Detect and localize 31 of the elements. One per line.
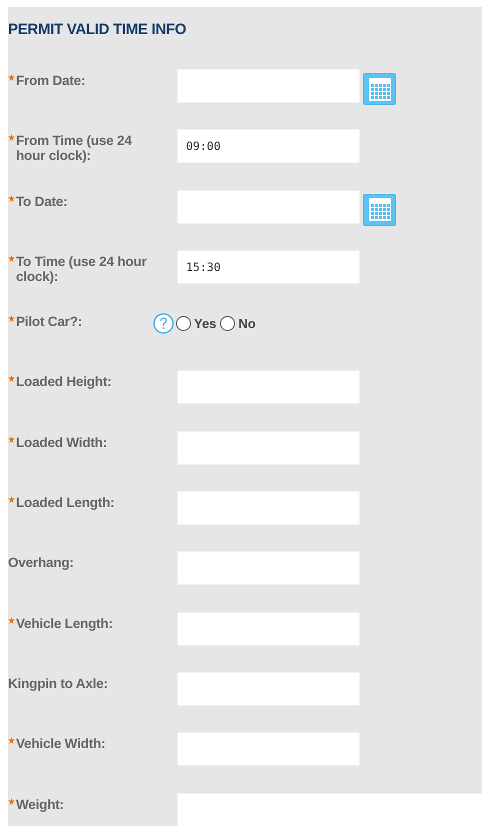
input-field[interactable] — [177, 551, 360, 586]
input-field[interactable] — [177, 430, 360, 465]
calendar-button[interactable] — [363, 73, 396, 105]
field-label: Pilot Car?: — [16, 314, 84, 330]
field-label: Loaded Length: — [16, 495, 116, 510]
input-field[interactable]: 15:30 — [177, 250, 360, 284]
field-label: From Date: — [16, 73, 86, 88]
input-field[interactable] — [177, 370, 360, 404]
input-field[interactable] — [177, 792, 482, 826]
input-field[interactable] — [177, 732, 360, 766]
field-label: To Time (use 24 hour clock): — [16, 254, 148, 284]
field-label: Vehicle Width: — [16, 736, 106, 752]
field-label: Kingpin to Axle: — [8, 676, 109, 691]
radio-option[interactable]: No — [220, 316, 256, 332]
field-label: Loaded Width: — [16, 434, 108, 450]
input-field[interactable] — [177, 612, 360, 646]
field-label: Weight: — [16, 796, 65, 812]
help-icon[interactable] — [153, 313, 174, 334]
field-label: To Date: — [16, 194, 68, 209]
input-field[interactable]: 09:00 — [177, 129, 360, 164]
radio-option[interactable]: Yes — [176, 316, 216, 332]
input-field[interactable] — [177, 491, 360, 526]
field-label: Vehicle Length: — [16, 616, 114, 631]
input-field[interactable] — [177, 672, 360, 706]
section-title: PERMIT VALID TIME INFO — [8, 20, 186, 40]
field-label: Loaded Height: — [16, 374, 112, 390]
date-field[interactable] — [177, 69, 360, 103]
field-label: From Time (use 24 hour clock): — [16, 133, 133, 164]
field-label: Overhang: — [8, 555, 75, 570]
calendar-button[interactable] — [363, 194, 396, 226]
date-field[interactable] — [177, 190, 360, 224]
